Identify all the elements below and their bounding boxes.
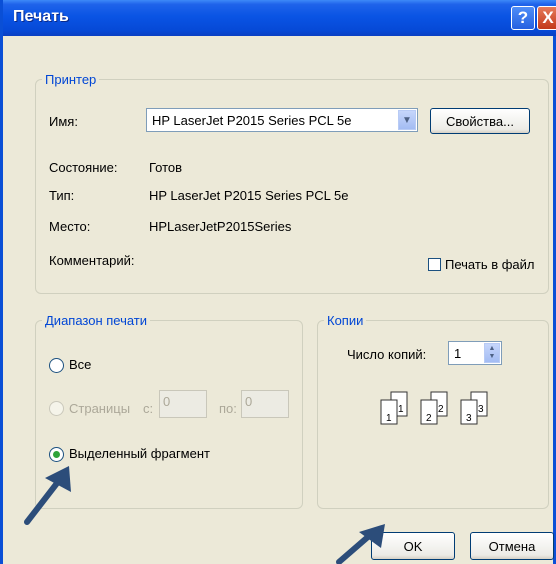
collate-pages-icon: 1 1 2 2 3 3 (380, 391, 488, 425)
collate-page-2-back: 2 (426, 413, 432, 424)
status-label: Состояние: (49, 160, 118, 175)
copies-count-value: 1 (454, 346, 462, 361)
range-to-label: по: (219, 401, 237, 416)
range-all-label[interactable]: Все (69, 357, 91, 372)
print-dialog: Печать ? X Принтер Имя: HP LaserJet P201… (0, 0, 556, 564)
printer-group-legend: Принтер (45, 72, 97, 87)
print-to-file-label[interactable]: Печать в файл (445, 257, 535, 272)
copies-count-stepper[interactable]: 1 ▲ ▼ (448, 341, 502, 365)
range-all-radio[interactable] (49, 358, 64, 373)
copies-legend: Копии (327, 313, 364, 328)
range-selection-label[interactable]: Выделенный фрагмент (69, 446, 210, 461)
type-label: Тип: (49, 188, 75, 203)
range-pages-label: Страницы (69, 401, 131, 416)
cancel-button[interactable]: Отмена (470, 532, 554, 560)
printer-select-value: HP LaserJet P2015 Series PCL 5e (152, 113, 352, 128)
collate-page-1-front: 1 (398, 404, 404, 415)
collate-page-2-front: 2 (438, 404, 444, 415)
chevron-down-icon[interactable]: ▼ (398, 110, 416, 130)
close-button[interactable]: X (537, 6, 556, 30)
spin-arrows-icon[interactable]: ▲ ▼ (484, 343, 500, 363)
comment-label: Комментарий: (49, 253, 135, 268)
print-range-legend: Диапазон печати (45, 313, 148, 328)
help-icon: ? (517, 8, 529, 27)
annotation-arrow-icon (336, 524, 385, 564)
range-from-label: с: (143, 401, 154, 416)
dialog-title: Печать (13, 8, 69, 25)
range-from-input[interactable]: 0 (159, 390, 207, 418)
range-selection-radio[interactable] (49, 447, 64, 462)
print-to-file-checkbox[interactable] (428, 258, 441, 271)
collate-page-3-front: 3 (478, 404, 484, 415)
range-pages-radio[interactable] (49, 401, 64, 416)
annotation-arrow-icon (24, 466, 71, 525)
location-label: Место: (49, 219, 91, 234)
printer-name-label: Имя: (49, 114, 78, 129)
close-icon: X (542, 8, 554, 27)
help-button[interactable]: ? (511, 6, 535, 30)
properties-button[interactable]: Свойства... (430, 108, 530, 134)
collate-page-1-back: 1 (386, 413, 392, 424)
range-to-input[interactable]: 0 (241, 390, 289, 418)
printer-select[interactable]: HP LaserJet P2015 Series PCL 5e ▼ (146, 108, 418, 132)
collate-page-3-back: 3 (466, 413, 472, 424)
location-value: HPLaserJetP2015Series (149, 219, 292, 234)
copies-count-label: Число копий: (347, 347, 427, 362)
status-value: Готов (149, 160, 183, 175)
type-value: HP LaserJet P2015 Series PCL 5e (149, 188, 349, 203)
title-bar[interactable]: Печать ? X (3, 0, 556, 36)
